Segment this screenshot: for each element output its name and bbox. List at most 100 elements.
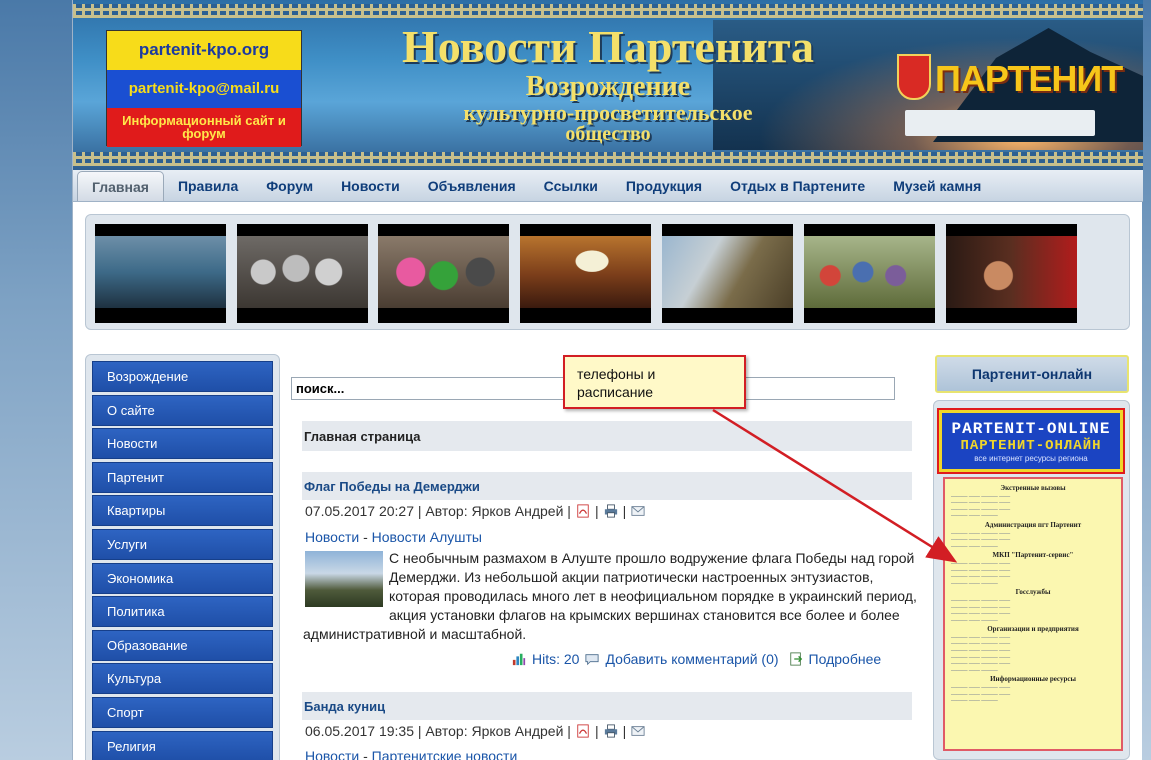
flag-tagline: Информационный сайт и форум <box>107 108 301 147</box>
article-title-link[interactable]: Банда куниц <box>302 692 912 720</box>
meta-separator: | <box>594 503 599 519</box>
sidebar-item-partenit[interactable]: Партенит <box>92 461 273 493</box>
print-icon[interactable] <box>603 504 619 518</box>
article-date-author: 06.05.2017 19:35 | Автор: Ярков Андрей | <box>305 723 571 739</box>
header-title-block: Новости Партенита Возрождение культурно-… <box>348 21 868 145</box>
sidebar-item-education[interactable]: Образование <box>92 629 273 661</box>
video-thumbnail[interactable] <box>804 224 935 323</box>
site-header: partenit-kpo.org partenit-kpo@mail.ru Ин… <box>73 0 1143 170</box>
video-thumbnail[interactable] <box>946 224 1077 323</box>
nav-item-rest[interactable]: Отдых в Партените <box>716 171 879 201</box>
article-meta: 07.05.2017 20:27 | Автор: Ярков Андрей |… <box>305 503 646 519</box>
video-thumbnail[interactable] <box>520 224 651 323</box>
nav-item-stone-museum[interactable]: Музей камня <box>879 171 995 201</box>
email-icon[interactable] <box>630 724 646 738</box>
nav-item-links[interactable]: Ссылки <box>530 171 612 201</box>
sidebar-item-apartments[interactable]: Квартиры <box>92 495 273 527</box>
article-date-author: 07.05.2017 20:27 | Автор: Ярков Андрей | <box>305 503 571 519</box>
email-icon[interactable] <box>630 504 646 518</box>
read-more-link[interactable]: Подробнее <box>809 651 882 667</box>
article-meta: 06.05.2017 19:35 | Автор: Ярков Андрей |… <box>305 723 646 739</box>
comment-icon <box>585 654 600 666</box>
flag-email: partenit-kpo@mail.ru <box>107 69 301 109</box>
thumbnail-image <box>946 236 1077 308</box>
video-gallery <box>85 214 1130 330</box>
nav-item-news[interactable]: Новости <box>327 171 414 201</box>
thumbnail-image <box>662 236 793 308</box>
sidebar-item-religion[interactable]: Религия <box>92 730 273 760</box>
site-subtitle-2: культурно-просветительское <box>463 100 753 125</box>
nav-item-products[interactable]: Продукция <box>612 171 716 201</box>
article-title-link[interactable]: Флаг Победы на Демерджи <box>302 472 912 500</box>
thumbnail-image <box>520 236 651 308</box>
banner-line-latin: PARTENIT-ONLINE <box>951 419 1111 438</box>
sidebar-item-politics[interactable]: Политика <box>92 596 273 628</box>
add-comment-link[interactable]: Добавить комментарий (0) <box>605 651 778 667</box>
header-meander-top <box>73 4 1143 18</box>
main-nav: Главная Правила Форум Новости Объявления… <box>73 170 1143 202</box>
read-more-icon <box>789 652 802 666</box>
thumbnail-image <box>804 236 935 308</box>
hits-count: Hits: 20 <box>532 651 580 667</box>
banner-tagline: все интернет ресурсы региона <box>974 453 1088 463</box>
video-thumbnail[interactable] <box>662 224 793 323</box>
banner-line-cyrillic: ПАРТЕНИТ-ОНЛАЙН <box>960 437 1102 454</box>
phones-section-emergency: Экстренные вызовы <box>1000 484 1066 492</box>
site-title: Новости Партенита <box>401 21 815 72</box>
crest-icon <box>897 54 931 100</box>
sidebar-item-sport[interactable]: Спорт <box>92 696 273 728</box>
brand-logo-text: ПАРТЕНИТ <box>935 58 1123 99</box>
sidebar-item-news[interactable]: Новости <box>92 428 273 460</box>
video-thumbnail[interactable] <box>378 224 509 323</box>
meta-separator: | <box>622 723 627 739</box>
header-flag-logo[interactable]: partenit-kpo.org partenit-kpo@mail.ru Ин… <box>106 30 302 147</box>
article-intro-text: С необычным размахом в Алуште прошло вод… <box>303 550 917 642</box>
annotation-callout: телефоны и расписание <box>563 355 746 409</box>
video-thumbnail[interactable] <box>237 224 368 323</box>
site-subtitle-3: общество <box>565 123 651 145</box>
category-link-partenit-news[interactable]: Партенитские новости <box>372 748 518 760</box>
left-sidebar: Возрождение О сайте Новости Партенит Ква… <box>85 354 280 760</box>
category-link-news[interactable]: Новости <box>305 529 359 545</box>
nav-item-rules[interactable]: Правила <box>164 171 252 201</box>
phones-section-info: Информационные ресурсы <box>990 675 1076 684</box>
meta-separator: | <box>622 503 627 519</box>
thumbnail-image <box>95 236 226 308</box>
article-category: Новости - Партенитские новости <box>305 748 517 760</box>
pdf-icon[interactable] <box>575 724 591 738</box>
sidebar-item-services[interactable]: Услуги <box>92 528 273 560</box>
article-footer: Hits: 20 Добавить комментарий (0) Подроб… <box>511 651 881 667</box>
page-wrapper: partenit-kpo.org partenit-kpo@mail.ru Ин… <box>72 0 1143 760</box>
phone-directory-image[interactable]: Экстренные вызовы ——— —— ——— —— ——— —— ——… <box>943 477 1123 751</box>
category-separator: - <box>359 748 372 760</box>
print-icon[interactable] <box>603 724 619 738</box>
header-meander-bottom <box>73 152 1143 166</box>
article-thumbnail[interactable] <box>305 551 383 607</box>
nav-item-home[interactable]: Главная <box>77 171 164 201</box>
phones-section-state: Госслужбы <box>1015 588 1051 597</box>
category-link-news[interactable]: Новости <box>305 748 359 760</box>
video-thumbnail[interactable] <box>95 224 226 323</box>
hits-chart-icon <box>512 653 526 666</box>
article-intro: С необычным размахом в Алуште прошло вод… <box>303 549 918 644</box>
sidebar-item-culture[interactable]: Культура <box>92 663 273 695</box>
category-separator: - <box>359 529 372 545</box>
thumbnail-image <box>237 236 368 308</box>
category-link-alushta[interactable]: Новости Алушты <box>372 529 482 545</box>
phones-section-service: МКП "Партенит-сервис" <box>992 551 1074 560</box>
phones-section-administration: Администрация пгт Партенит <box>984 520 1082 529</box>
pdf-icon[interactable] <box>575 504 591 518</box>
sidebar-item-about[interactable]: О сайте <box>92 394 273 426</box>
thumbnail-image <box>378 236 509 308</box>
article-category: Новости - Новости Алушты <box>305 529 482 545</box>
nav-item-ads[interactable]: Объявления <box>414 171 530 201</box>
sidebar-item-economy[interactable]: Экономика <box>92 562 273 594</box>
site-subtitle: Возрождение <box>525 71 691 102</box>
partenit-online-title[interactable]: Партенит-онлайн <box>935 355 1129 393</box>
partenit-online-banner[interactable]: PARTENIT-ONLINE ПАРТЕНИТ-ОНЛАЙН все инте… <box>937 408 1125 474</box>
phones-section-organizations: Организации и предприятия <box>987 625 1079 634</box>
nav-item-forum[interactable]: Форум <box>252 171 327 201</box>
meta-separator: | <box>594 723 599 739</box>
page-heading: Главная страница <box>302 421 912 451</box>
sidebar-item-revival[interactable]: Возрождение <box>92 361 273 392</box>
